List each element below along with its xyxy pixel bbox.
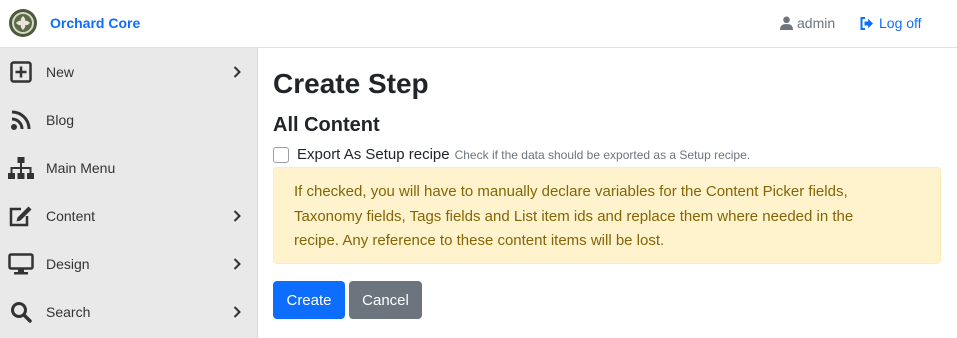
sidebar-item-main-menu[interactable]: Main Menu: [0, 144, 257, 192]
desktop-icon: [8, 252, 34, 276]
step-subtitle: All Content: [273, 114, 380, 136]
export-setup-option: Export As Setup recipe Check if the data…: [273, 146, 750, 163]
sidebar-item-blog[interactable]: Blog: [0, 96, 257, 144]
edit-icon: [8, 204, 34, 228]
username[interactable]: admin: [797, 15, 835, 31]
sidebar: New Blog Main Menu Content Design Search: [0, 48, 258, 338]
sidebar-item-label: Main Menu: [46, 160, 116, 176]
chevron-right-icon: [233, 258, 241, 270]
chevron-right-icon: [233, 210, 241, 222]
user-icon: [780, 16, 793, 30]
logoff-label[interactable]: Log off: [879, 15, 922, 31]
user-menu[interactable]: admin: [780, 15, 835, 31]
alert-line: If checked, you will have to manually de…: [294, 183, 848, 200]
sidebar-item-content[interactable]: Content: [0, 192, 257, 240]
sidebar-item-label: Design: [46, 256, 90, 272]
chevron-right-icon: [233, 306, 241, 318]
sidebar-item-design[interactable]: Design: [0, 240, 257, 288]
alert-line: Taxonomy fields, Tags fields and List it…: [294, 207, 854, 225]
rss-icon: [8, 108, 34, 132]
sidebar-item-label: Blog: [46, 112, 75, 128]
sidebar-item-search[interactable]: Search: [0, 288, 257, 336]
page-title: Create Step: [273, 68, 429, 99]
plus-square-icon: [8, 60, 34, 84]
top-navbar: Orchard Core admin Log off: [0, 0, 957, 48]
brand-name[interactable]: Orchard Core: [50, 15, 140, 31]
chevron-right-icon: [233, 66, 241, 78]
export-setup-label[interactable]: Export As Setup recipe: [297, 146, 450, 163]
search-icon: [8, 300, 34, 324]
sidebar-item-label: Search: [46, 304, 91, 320]
export-setup-hint: Check if the data should be exported as …: [454, 147, 751, 162]
sidebar-item-label: Content: [46, 208, 96, 224]
brand-link[interactable]: Orchard Core: [8, 8, 140, 38]
orchard-logo-icon: [9, 9, 37, 37]
create-button[interactable]: Create: [273, 281, 345, 319]
warning-alert: If checked, you will have to manually de…: [273, 167, 941, 264]
sitemap-icon: [8, 156, 34, 180]
alert-line: recipe. Any reference to these content i…: [294, 232, 665, 249]
cancel-button[interactable]: Cancel: [349, 281, 422, 319]
export-setup-checkbox[interactable]: [273, 146, 289, 163]
sign-out-icon: [860, 16, 873, 30]
logoff-link[interactable]: Log off: [860, 15, 922, 31]
sidebar-item-label: New: [46, 64, 75, 80]
sidebar-item-new[interactable]: New: [0, 48, 257, 96]
